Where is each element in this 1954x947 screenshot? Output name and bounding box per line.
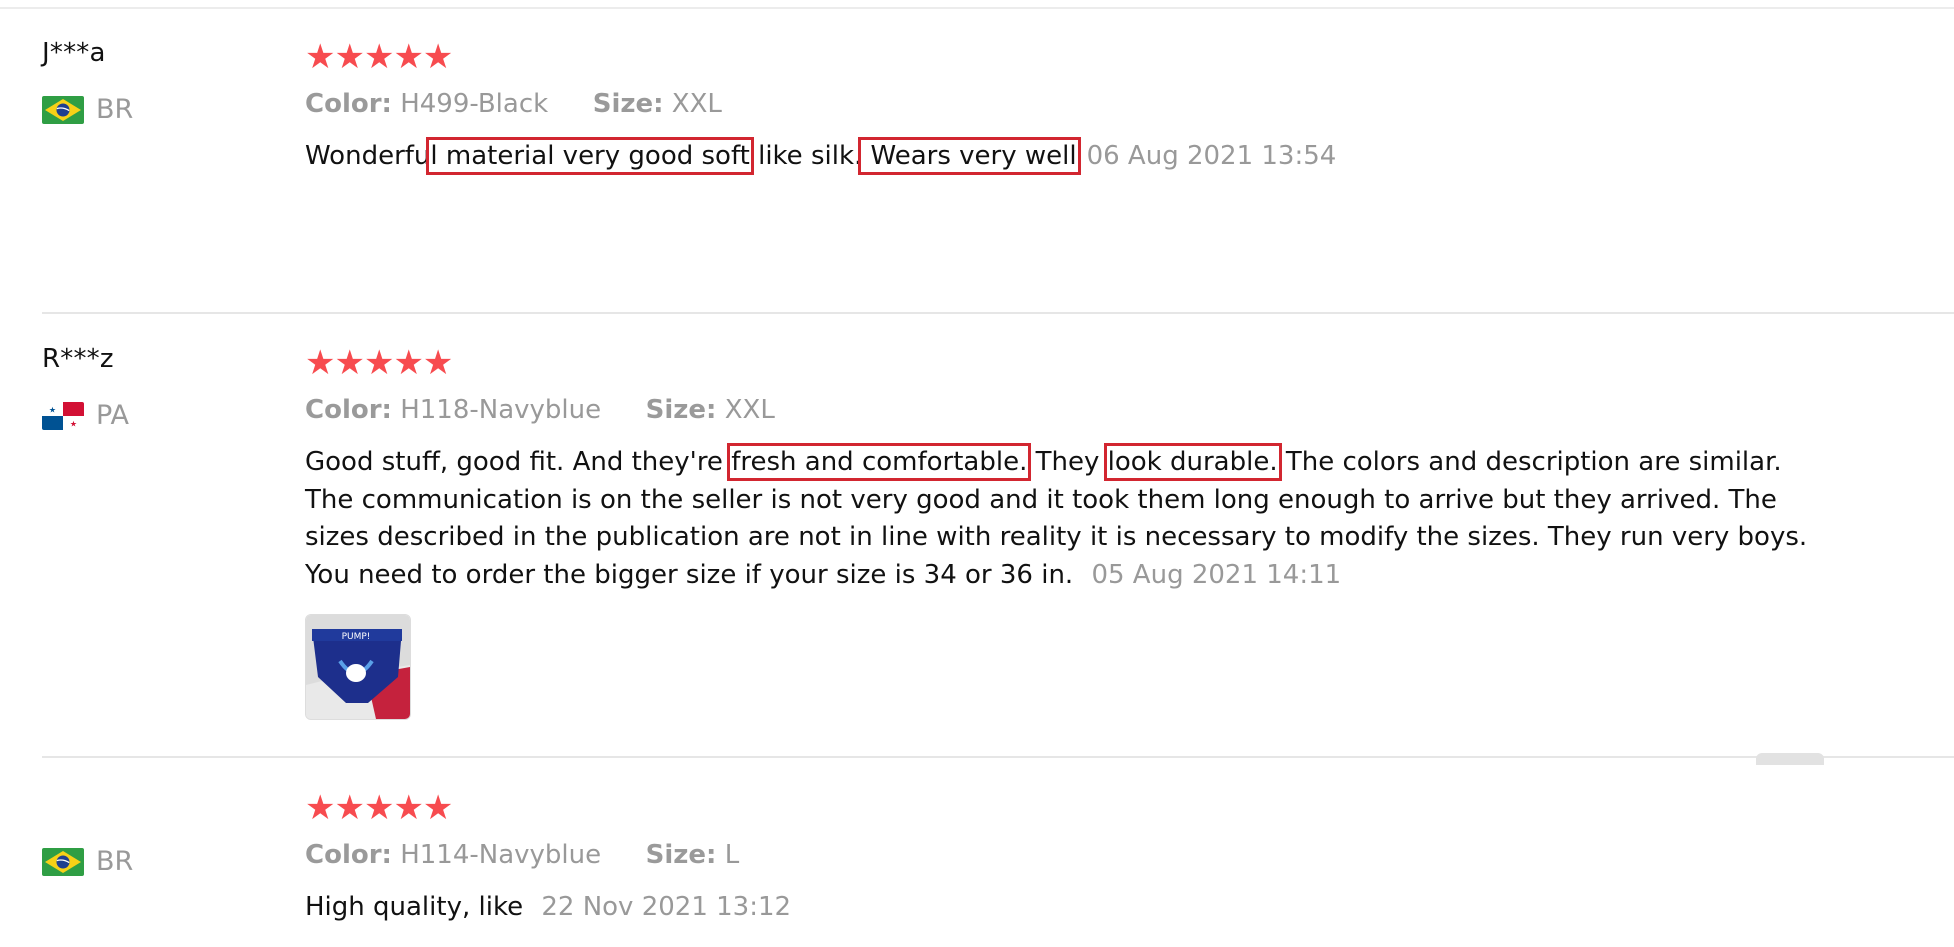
review-text-segment: Wonderfu bbox=[305, 141, 431, 171]
svg-text:PUMP!: PUMP! bbox=[342, 632, 371, 642]
review-date: 05 Aug 2021 14:11 bbox=[1091, 559, 1342, 590]
review-text-segment: They bbox=[1027, 447, 1108, 477]
review-text: High quality, like 22 Nov 2021 13:12 bbox=[305, 889, 1835, 927]
reviewer-name: R***z bbox=[42, 344, 114, 374]
review-text: Good stuff, good fit. And they're fresh … bbox=[305, 443, 1835, 594]
sku-attributes: Color: H114-Navyblue Size: L bbox=[305, 840, 739, 870]
star-rating: ★★★★★ bbox=[305, 788, 453, 828]
star-rating: ★★★★★ bbox=[305, 343, 453, 383]
color-label: Color: bbox=[305, 840, 392, 870]
svg-text:★: ★ bbox=[70, 419, 77, 428]
color-label: Color: bbox=[305, 395, 392, 425]
review-text-segment: High quality, like bbox=[305, 892, 532, 922]
size-label: Size: bbox=[645, 840, 717, 870]
color-value: H118-Navyblue bbox=[400, 395, 602, 425]
star-rating: ★★★★★ bbox=[305, 37, 453, 77]
reviewer-name: J***a bbox=[42, 38, 106, 68]
review-text: Wonderful material very good soft like s… bbox=[305, 137, 1835, 176]
highlighted-phrase: l material very good soft bbox=[426, 137, 754, 175]
country-code: BR bbox=[96, 846, 134, 877]
svg-text:★: ★ bbox=[49, 405, 56, 414]
highlighted-phrase: fresh and comfortable. bbox=[727, 443, 1032, 481]
panama-flag-icon: ★ ★ bbox=[42, 401, 84, 430]
country-code: BR bbox=[96, 94, 134, 125]
sku-attributes: Color: H499-Black Size: XXL bbox=[305, 89, 722, 119]
reviewer-country: BR bbox=[42, 846, 133, 877]
review-date: 22 Nov 2021 13:12 bbox=[541, 892, 792, 922]
review-text-segment: like silk. bbox=[749, 141, 863, 171]
color-value: H499-Black bbox=[400, 89, 549, 119]
reviewer-country: ★ ★ PA bbox=[42, 400, 129, 431]
review-photo-thumbnail[interactable]: PUMP! bbox=[305, 614, 411, 720]
size-label: Size: bbox=[592, 89, 664, 119]
size-value: XXL bbox=[724, 395, 775, 425]
brazil-flag-icon bbox=[42, 847, 84, 876]
reviewer-country: BR bbox=[42, 94, 133, 125]
color-label: Color: bbox=[305, 89, 392, 119]
sku-attributes: Color: H118-Navyblue Size: XXL bbox=[305, 395, 775, 425]
highlighted-phrase: Wears very well bbox=[858, 137, 1081, 175]
review-divider bbox=[42, 756, 1954, 758]
color-value: H114-Navyblue bbox=[400, 840, 602, 870]
brazil-flag-icon bbox=[42, 95, 84, 124]
review-divider bbox=[42, 312, 1954, 314]
top-divider bbox=[0, 7, 1954, 9]
highlighted-phrase: look durable. bbox=[1103, 443, 1282, 481]
review-date: 06 Aug 2021 13:54 bbox=[1086, 141, 1337, 171]
floating-button[interactable] bbox=[1756, 753, 1824, 765]
size-label: Size: bbox=[645, 395, 717, 425]
country-code: PA bbox=[96, 400, 130, 431]
size-value: L bbox=[724, 840, 740, 870]
size-value: XXL bbox=[671, 89, 722, 119]
review-text-segment: Good stuff, good fit. And they're bbox=[305, 447, 732, 477]
